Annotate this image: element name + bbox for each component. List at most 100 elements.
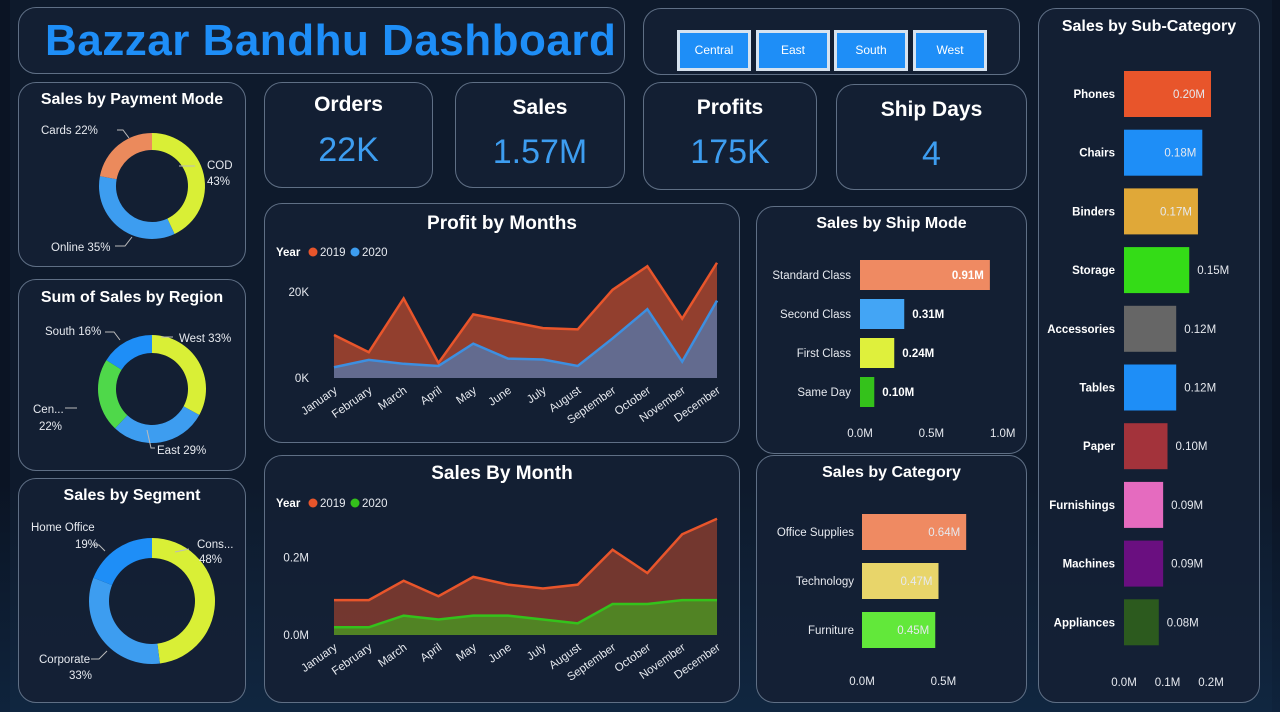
ship-mode-bar-first-class bbox=[860, 338, 895, 368]
profit-xtick-july: July bbox=[525, 384, 549, 406]
profit-xtick-may: May bbox=[454, 384, 479, 406]
sub-category-bar-machines bbox=[1124, 540, 1164, 587]
sub-category-bar-accessories bbox=[1124, 305, 1177, 352]
sub-category-value-chairs: 0.18M bbox=[1164, 148, 1196, 160]
segment-label-corporate: Corporate bbox=[39, 654, 90, 666]
region-slice-central bbox=[98, 360, 128, 429]
ship-mode-label-same-day: Same Day bbox=[797, 387, 851, 399]
segment-label-consumer: Cons... bbox=[197, 539, 233, 551]
payment-label-cod-pct: 43% bbox=[207, 176, 230, 188]
segment-label-corporate-pct: 33% bbox=[69, 670, 92, 682]
ship-mode-value-same-day: 0.10M bbox=[882, 387, 914, 399]
kpi-sales-label: Sales bbox=[512, 96, 568, 119]
profit-legend-2020-swatch bbox=[350, 247, 360, 257]
kpi-ship-days-label: Ship Days bbox=[880, 98, 983, 121]
ship-mode-value-first-class: 0.24M bbox=[902, 348, 934, 360]
payment-label-cod: COD bbox=[207, 160, 233, 172]
sub-category-label-appliances: Appliances bbox=[1054, 617, 1115, 629]
region-button-east[interactable]: East bbox=[756, 30, 830, 71]
sub-category-label-storage: Storage bbox=[1072, 265, 1115, 277]
ship-mode-chart: Standard Class 0.91M Second Class 0.31M Firs… bbox=[772, 260, 1016, 440]
sub-category-bar-furnishings bbox=[1124, 481, 1164, 528]
category-xtick-1: 0.5M bbox=[931, 676, 957, 688]
profit-xtick-june: June bbox=[487, 385, 514, 409]
segment-slice-corporate bbox=[88, 577, 160, 664]
profit-legend-2019: 2019 bbox=[320, 247, 346, 259]
sub-category-label-chairs: Chairs bbox=[1079, 148, 1115, 160]
sub-category-value-appliances: 0.08M bbox=[1167, 617, 1199, 629]
sub-category-value-accessories: 0.12M bbox=[1184, 324, 1216, 336]
sub-category-bar-tables bbox=[1124, 364, 1177, 411]
ship-mode-value-standard-class: 0.91M bbox=[952, 270, 984, 282]
category-label-technology: Technology bbox=[796, 576, 854, 588]
profit-legend-title: Year bbox=[276, 247, 301, 259]
sub-category-label-phones: Phones bbox=[1073, 89, 1115, 101]
title-card: Bazzar Bandhu Dashboard bbox=[18, 7, 625, 74]
payment-mode-chart: Cards 22% COD 43% Online 35% bbox=[41, 125, 233, 254]
region-slice-west bbox=[152, 335, 206, 416]
sub-category-value-tables: 0.12M bbox=[1184, 383, 1216, 395]
kpi-orders-value: 22K bbox=[318, 131, 379, 169]
kpi-profits-label: Profits bbox=[696, 96, 764, 119]
dashboard-title: Bazzar Bandhu Dashboard bbox=[45, 16, 617, 65]
payment-mode-card: Sales by Payment Mode Cards 22% COD 43% … bbox=[18, 82, 246, 267]
segment-chart: Home Office 19% Cons... 48% Corporate 33… bbox=[31, 522, 233, 682]
payment-label-online: Online 35% bbox=[51, 242, 110, 254]
sub-category-value-furnishings: 0.09M bbox=[1171, 500, 1203, 512]
category-value-office-supplies: 0.64M bbox=[928, 527, 960, 539]
sub-category-value-binders: 0.17M bbox=[1160, 206, 1192, 218]
payment-slice-cards bbox=[99, 133, 152, 180]
profit-ytick-0: 0K bbox=[295, 373, 309, 385]
sub-category-bar-appliances bbox=[1124, 599, 1159, 646]
sales-by-month-card: Sales By Month Year 2019 2020 0.0M 0.2M Ja… bbox=[264, 455, 740, 703]
sales-by-month-chart: Year 2019 2020 0.0M0.2MJanuaryFebruary Ma… bbox=[276, 498, 723, 684]
sub-category-xtick-1: 0.1M bbox=[1155, 677, 1181, 689]
sales-legend-2020: 2020 bbox=[362, 498, 388, 510]
category-label-office-supplies: Office Supplies bbox=[777, 527, 854, 539]
ship-mode-xtick-1: 0.5M bbox=[919, 428, 945, 440]
region-button-south[interactable]: South bbox=[834, 30, 908, 71]
sub-category-label-tables: Tables bbox=[1079, 383, 1115, 395]
sub-category-value-machines: 0.09M bbox=[1171, 559, 1203, 571]
region-card: Sum of Sales by Region South 16% West 33… bbox=[18, 279, 246, 471]
sales-xtick-may: May bbox=[454, 641, 479, 663]
region-button-central[interactable]: Central bbox=[677, 30, 751, 71]
sales-xtick-april: April bbox=[418, 642, 444, 665]
profit-by-months-chart: Year 2019 2020 0K20KJanuaryFebruary March… bbox=[276, 247, 723, 427]
kpi-sales-value: 1.57M bbox=[492, 133, 588, 171]
ship-mode-label-first-class: First Class bbox=[797, 348, 852, 360]
region-label-west: West 33% bbox=[179, 333, 231, 345]
ship-mode-label-standard-class: Standard Class bbox=[772, 270, 851, 282]
sales-xtick-march: March bbox=[376, 642, 409, 670]
sub-category-chart: Phones 0.20M Chairs 0.18M Binders 0.17M Storag… bbox=[1047, 71, 1229, 689]
kpi-sales: Sales 1.57M bbox=[455, 82, 625, 188]
ship-mode-value-second-class: 0.31M bbox=[912, 309, 944, 321]
region-slice-east bbox=[115, 406, 200, 443]
sales-xtick-february: February bbox=[330, 641, 375, 677]
kpi-orders-label: Orders bbox=[314, 93, 383, 116]
kpi-orders: Orders 22K bbox=[264, 82, 433, 188]
payment-slice-online bbox=[98, 176, 175, 239]
sales-legend-2020-swatch bbox=[350, 498, 360, 508]
region-label-east: East 29% bbox=[157, 445, 206, 457]
kpi-ship-days: Ship Days 4 bbox=[836, 84, 1027, 190]
region-label-south: South 16% bbox=[45, 326, 101, 338]
sales-xtick-july: July bbox=[525, 641, 549, 663]
kpi-ship-days-value: 4 bbox=[922, 135, 941, 173]
ship-mode-bar-second-class bbox=[860, 299, 905, 329]
region-label-central: Cen... bbox=[33, 404, 64, 416]
kpi-profits: Profits 175K bbox=[643, 82, 817, 190]
region-button-west[interactable]: West bbox=[913, 30, 987, 71]
sales-xtick-june: June bbox=[487, 642, 514, 666]
sub-category-bar-storage bbox=[1124, 247, 1190, 294]
sub-category-label-binders: Binders bbox=[1072, 206, 1115, 218]
category-label-furniture: Furniture bbox=[808, 625, 854, 637]
profit-by-months-card: Profit by Months Year 2019 2020 0K 20K Jan… bbox=[264, 203, 740, 443]
ship-mode-label-second-class: Second Class bbox=[780, 309, 851, 321]
sub-category-bar-paper bbox=[1124, 423, 1168, 470]
ship-mode-card: Sales by Ship Mode Standard Class 0.91M Se… bbox=[756, 206, 1027, 454]
region-label-central-pct: 22% bbox=[39, 421, 62, 433]
sales-ytick-1: 0.2M bbox=[283, 553, 309, 565]
sub-category-xtick-0: 0.0M bbox=[1111, 677, 1137, 689]
sub-category-value-paper: 0.10M bbox=[1176, 441, 1208, 453]
